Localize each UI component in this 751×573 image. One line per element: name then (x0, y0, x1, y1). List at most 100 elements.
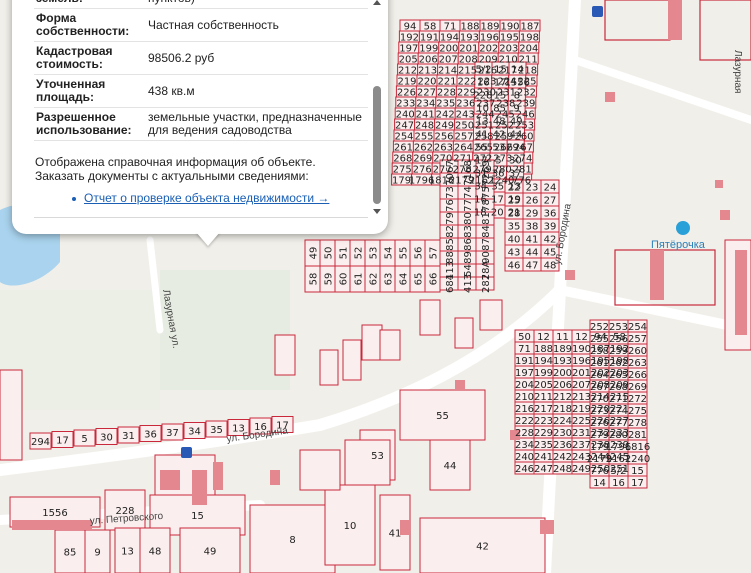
parcel-number: 53 (371, 451, 384, 462)
parcel-number: 189 (553, 344, 572, 355)
parcel-number: 54 (384, 247, 395, 260)
parcel-number: 24 (544, 183, 557, 194)
parcel-number: 250 (455, 121, 474, 132)
parcel-number: 8 (514, 91, 520, 102)
parcel-number: 200 (553, 368, 572, 379)
parcel[interactable] (479, 299, 503, 331)
parcel-number: 207 (439, 55, 458, 66)
scroll-down-arrow-icon[interactable] (373, 209, 381, 214)
parcel-number: 270 (590, 394, 609, 405)
parcel-number: 17 (491, 195, 504, 206)
parcel-number: 776 (590, 466, 609, 477)
popup-scrollbar[interactable] (373, 0, 382, 214)
parcel-number: 205 (534, 380, 553, 391)
parcel-number: 187 (520, 22, 539, 33)
parcel-number: 237 (572, 440, 591, 451)
parcel-number: 207 (572, 380, 591, 391)
parcel[interactable] (454, 317, 474, 349)
parcel-number: 205 (399, 55, 418, 66)
parcel-number: 84 (481, 225, 492, 238)
parcel-number: 11 (556, 332, 569, 343)
parcel[interactable] (274, 334, 296, 376)
parcel-number: 263 (434, 143, 453, 154)
parcel-number: 229 (534, 428, 553, 439)
parcel-number: 216 (515, 404, 534, 415)
parcel-number: 94 (404, 22, 417, 33)
parcel-number: 197 (399, 44, 418, 55)
parcel-number: 38 (526, 222, 539, 233)
parcel-number: 35 (210, 425, 223, 436)
parcel[interactable] (342, 339, 362, 381)
parcel-number: 77 (463, 199, 474, 212)
parcel-number: 273 (590, 406, 609, 417)
parcel-number: 196 (480, 33, 499, 44)
parcel-number: 85 (64, 548, 77, 559)
parcel-number: 63 (384, 273, 395, 286)
parcel-number: 197 (515, 368, 534, 379)
parcel[interactable] (319, 349, 339, 386)
parcel-number: 5/2 (610, 466, 626, 477)
parcel-number: 264 (454, 143, 473, 154)
parcel[interactable] (0, 369, 23, 461)
parcel-number: 48 (493, 117, 506, 128)
parcel-number: 228 (515, 428, 534, 439)
parcel-number: 192 (400, 33, 419, 44)
parcel-number: 49 (510, 117, 523, 128)
parcel-number: 275 (628, 406, 647, 417)
parcel-number: 212 (553, 392, 572, 403)
parcel-number: 64 (399, 273, 410, 286)
parcel-number: 226 (397, 88, 416, 99)
parcel-number: 228 (437, 88, 456, 99)
parcel-number: 17 (631, 478, 644, 489)
scrollbar-thumb[interactable] (373, 86, 381, 204)
property-report-link[interactable]: Отчет о проверке объекта недвижимости → (84, 191, 329, 205)
scroll-up-arrow-icon[interactable] (373, 0, 381, 5)
parcel-number: 287 (481, 274, 492, 293)
parcel-number: 50 (324, 247, 335, 260)
parcel[interactable] (379, 329, 401, 361)
parcel-number: 255 (414, 132, 433, 143)
parcel-number: 249 (435, 121, 454, 132)
parcel-number: 30 (100, 433, 113, 444)
parcel-number: 204 (515, 380, 534, 391)
parcel-number: 271 (609, 394, 628, 405)
parcel-number: 246 (515, 464, 534, 475)
parcel-number: 236 (553, 440, 572, 451)
parcel-number: 60 (339, 273, 350, 286)
parcel-number: 281 (628, 430, 647, 441)
parcel-number: 51 (339, 247, 350, 260)
parcel-number: 8 (289, 535, 295, 546)
parcel[interactable] (344, 439, 391, 486)
parcel-number: 13 (121, 547, 134, 558)
parcel-number: 262 (609, 358, 628, 369)
parcel-number: 413 (463, 274, 474, 293)
property-row: земель:пунктов) (34, 0, 368, 9)
parcel-number: 5 (495, 156, 501, 167)
parcel-number: 55 (475, 143, 488, 154)
parcel-number: 74 (463, 186, 474, 199)
parcel-number: 86 (463, 238, 474, 251)
building (668, 0, 682, 40)
parcel-number: 201 (572, 368, 591, 379)
parcel-number: 41 (526, 235, 539, 246)
building (605, 92, 615, 102)
parcel-number: 263 (628, 358, 647, 369)
parcel-number: 256 (434, 132, 453, 143)
parcel-number: 275 (393, 165, 412, 176)
parcel[interactable] (419, 299, 441, 336)
parcel-number: 199 (419, 44, 438, 55)
parcel-number: 261 (394, 143, 413, 154)
parcel-number: 261 (590, 358, 609, 369)
parcel-number: 85 (445, 238, 456, 251)
parcel[interactable] (361, 324, 383, 361)
parcel-number: 253 (609, 322, 628, 333)
building (735, 250, 747, 335)
parcel-number: 221 (437, 77, 456, 88)
parcel-number: 46 (508, 261, 521, 272)
parcel-number: 14 (511, 65, 524, 76)
parcel-number: 265 (609, 370, 628, 381)
parcel-number: 17 (56, 436, 69, 447)
parcel[interactable] (299, 449, 341, 491)
parcel-number: 47 (526, 261, 539, 272)
store-icon (676, 221, 690, 235)
